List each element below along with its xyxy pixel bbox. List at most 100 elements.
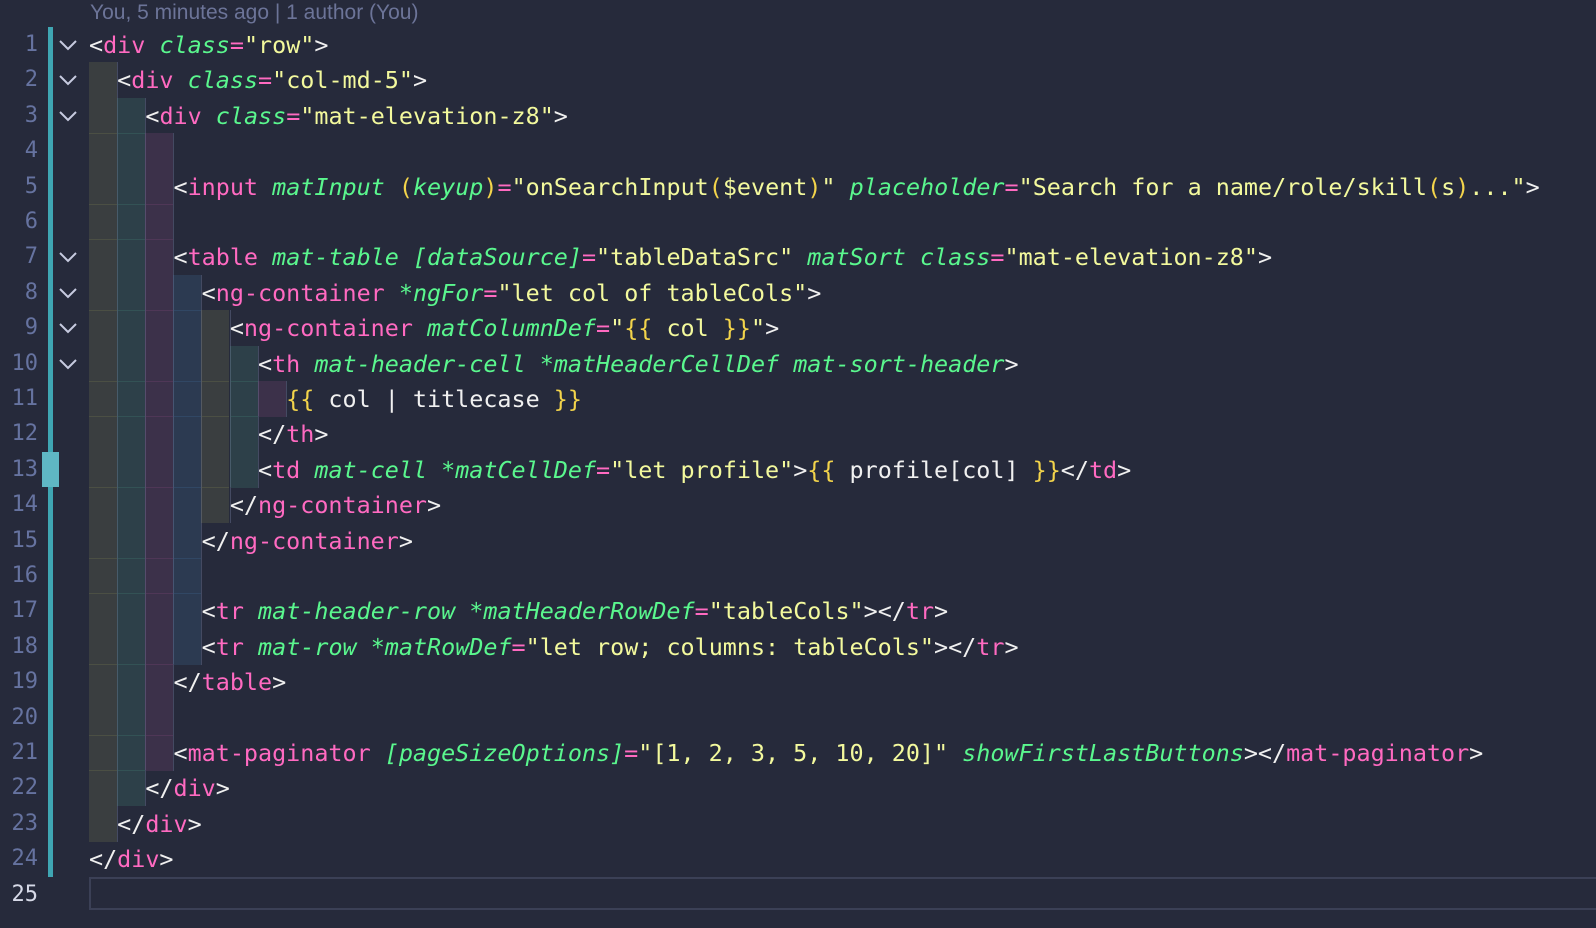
code-line[interactable]: </ng-container> bbox=[89, 487, 441, 523]
code-token: </ bbox=[258, 420, 287, 449]
git-modified-marker[interactable] bbox=[42, 451, 59, 488]
code-token: > bbox=[272, 668, 287, 697]
code-line[interactable]: </table> bbox=[89, 664, 287, 700]
fold-chevron-icon[interactable] bbox=[58, 98, 78, 134]
code-token: </ bbox=[89, 845, 118, 874]
indent-guide bbox=[145, 699, 174, 736]
code-line[interactable]: </th> bbox=[89, 416, 328, 452]
code-token: > bbox=[187, 809, 202, 838]
code-line[interactable]: <div class="col-md-5"> bbox=[89, 62, 427, 98]
code-token: ) bbox=[807, 172, 822, 201]
code-token: < bbox=[258, 455, 273, 484]
code-token: table bbox=[201, 668, 273, 697]
code-line[interactable]: <mat-paginator [pageSizeOptions]="[1, 2,… bbox=[89, 735, 1484, 771]
code-line[interactable]: <table mat-table [dataSource]="tableData… bbox=[89, 239, 1273, 275]
code-token: = bbox=[229, 31, 244, 59]
code-token: *matHeaderRowDef bbox=[469, 597, 695, 626]
code-token: "row" bbox=[243, 31, 315, 59]
code-line[interactable]: </div> bbox=[89, 806, 202, 842]
code-line[interactable]: </div> bbox=[89, 770, 230, 806]
code-token: < bbox=[229, 314, 244, 343]
line-number: 18 bbox=[11, 633, 39, 659]
code-token: ></ bbox=[863, 597, 906, 626]
fold-chevron-icon[interactable] bbox=[58, 275, 78, 311]
code-token: = bbox=[258, 66, 273, 95]
code-editor[interactable]: You, 5 minutes ago | 1 author (You) 1234… bbox=[0, 0, 1596, 928]
code-token: }} bbox=[722, 314, 751, 343]
fold-chevron-icon[interactable] bbox=[58, 239, 78, 275]
code-token: mat-sort-header bbox=[793, 349, 1005, 378]
code-token: }} bbox=[553, 385, 582, 413]
code-token: > bbox=[1469, 739, 1484, 767]
code-token: < bbox=[201, 278, 216, 307]
line-number: 13 bbox=[11, 456, 39, 482]
code-token: td bbox=[1088, 455, 1118, 484]
code-line[interactable]: <tr mat-row *matRowDef="let row; columns… bbox=[89, 629, 1019, 665]
indent-guide bbox=[145, 558, 174, 594]
code-token: = bbox=[990, 243, 1005, 272]
code-line[interactable]: </div> bbox=[89, 841, 174, 877]
code-token: = bbox=[497, 172, 512, 201]
code-line[interactable]: <input matInput (keyup)="onSearchInput($… bbox=[89, 169, 1540, 205]
code-token: < bbox=[201, 597, 216, 626]
code-token: {{ bbox=[286, 385, 315, 413]
git-blame-codelens[interactable]: You, 5 minutes ago | 1 author (You) bbox=[90, 0, 418, 26]
code-token: placeholder bbox=[849, 172, 1005, 201]
code-token: ng-container bbox=[229, 526, 399, 555]
code-line[interactable]: <td mat-cell *matCellDef="let profile">{… bbox=[89, 452, 1131, 488]
fold-chevron-icon[interactable] bbox=[58, 62, 78, 98]
code-token: ng-container bbox=[258, 491, 427, 520]
code-line[interactable]: </ng-container> bbox=[89, 523, 413, 559]
line-number: 10 bbox=[11, 350, 39, 376]
code-token: > bbox=[215, 774, 230, 803]
code-line[interactable]: <ng-container *ngFor="let col of tableCo… bbox=[89, 275, 822, 311]
code-line[interactable]: {{ col | titlecase }} bbox=[89, 381, 582, 417]
indent-guide bbox=[145, 204, 174, 240]
code-token: > bbox=[1525, 172, 1540, 201]
code-token: ( bbox=[398, 172, 413, 201]
code-token: matColumnDef bbox=[427, 314, 597, 343]
fold-chevron-icon[interactable] bbox=[58, 310, 78, 346]
indent-guide bbox=[89, 204, 117, 240]
code-token: class bbox=[187, 66, 259, 95]
code-line[interactable]: <tr mat-header-row *matHeaderRowDef="tab… bbox=[89, 593, 948, 629]
code-line[interactable]: <div class="mat-elevation-z8"> bbox=[89, 98, 568, 134]
code-token: </ bbox=[145, 774, 174, 803]
code-line[interactable]: <div class="row"> bbox=[89, 27, 328, 63]
code-token: div bbox=[159, 101, 202, 130]
code-token: "tableCols" bbox=[708, 597, 864, 626]
fold-chevron-icon[interactable] bbox=[58, 346, 78, 382]
code-token: class bbox=[159, 31, 230, 59]
code-token: ></ bbox=[1243, 739, 1287, 767]
code-token: "tableDataSrc" bbox=[596, 243, 794, 272]
code-token: < bbox=[117, 66, 132, 95]
code-token: </ bbox=[117, 809, 146, 838]
code-token: mat-paginator bbox=[1286, 739, 1470, 767]
code-line[interactable]: <ng-container matColumnDef="{{ col }}"> bbox=[89, 310, 779, 346]
fold-chevron-icon[interactable] bbox=[58, 27, 78, 63]
code-line[interactable]: <th mat-header-cell *matHeaderCellDef ma… bbox=[89, 346, 1019, 382]
code-token: mat-cell bbox=[314, 455, 428, 484]
code-token: tr bbox=[215, 632, 244, 661]
code-token: tr bbox=[215, 597, 244, 626]
code-token: < bbox=[173, 739, 188, 767]
indent-guide-line bbox=[173, 699, 175, 736]
code-token: mat-paginator bbox=[187, 739, 371, 767]
line-number: 2 bbox=[24, 67, 38, 93]
indent-guide-line bbox=[173, 204, 175, 240]
code-token: > bbox=[934, 597, 949, 626]
code-token: input bbox=[187, 172, 259, 201]
